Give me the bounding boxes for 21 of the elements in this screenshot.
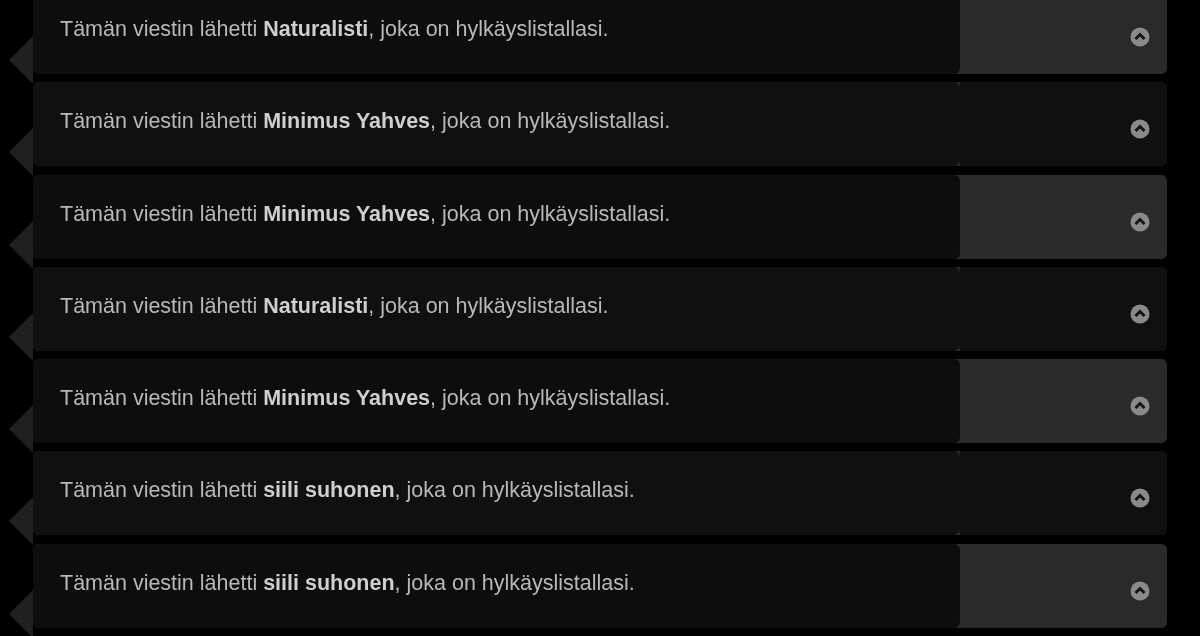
pointer-arrow <box>9 589 33 636</box>
pointer-arrow <box>9 220 33 269</box>
ignored-message: Tämän viestin lähetti Minimus Yahves, joka on hylkäyslistallasi. <box>60 201 671 226</box>
ignored-message: Tämän viestin lähetti Minimus Yahves, joka on hylkäyslistallasi. <box>60 386 671 411</box>
ignored-message: Tämän viestin lähetti Naturalisti, joka on hylkäyslistallasi. <box>60 17 609 41</box>
ignored-message: Tämän viestin lähetti Minimus Yahves, joka on hylkäyslistallasi. <box>60 109 671 134</box>
chevron-up-icon[interactable] <box>1130 580 1150 601</box>
pointer-arrow <box>9 312 33 361</box>
chevron-up-icon[interactable] <box>1130 396 1150 417</box>
chevron-up-icon[interactable] <box>1130 119 1150 140</box>
pointer-arrow <box>9 128 33 177</box>
chevron-up-icon[interactable] <box>1130 27 1150 47</box>
pointer-arrow <box>9 405 33 454</box>
chevron-up-icon[interactable] <box>1130 488 1150 509</box>
ignored-message: Tämän viestin lähetti Naturalisti, joka on hylkäyslistallasi. <box>60 293 609 318</box>
pointer-arrow <box>9 36 33 84</box>
ignored-message: Tämän viestin lähetti siili suhonen, joka on hylkäyslistallasi. <box>60 478 635 503</box>
ignored-message: Tämän viestin lähetti siili suhonen, joka on hylkäyslistallasi. <box>60 570 635 595</box>
pointer-arrow <box>9 497 33 546</box>
chevron-up-icon[interactable] <box>1130 303 1150 324</box>
chevron-up-icon[interactable] <box>1130 211 1150 232</box>
